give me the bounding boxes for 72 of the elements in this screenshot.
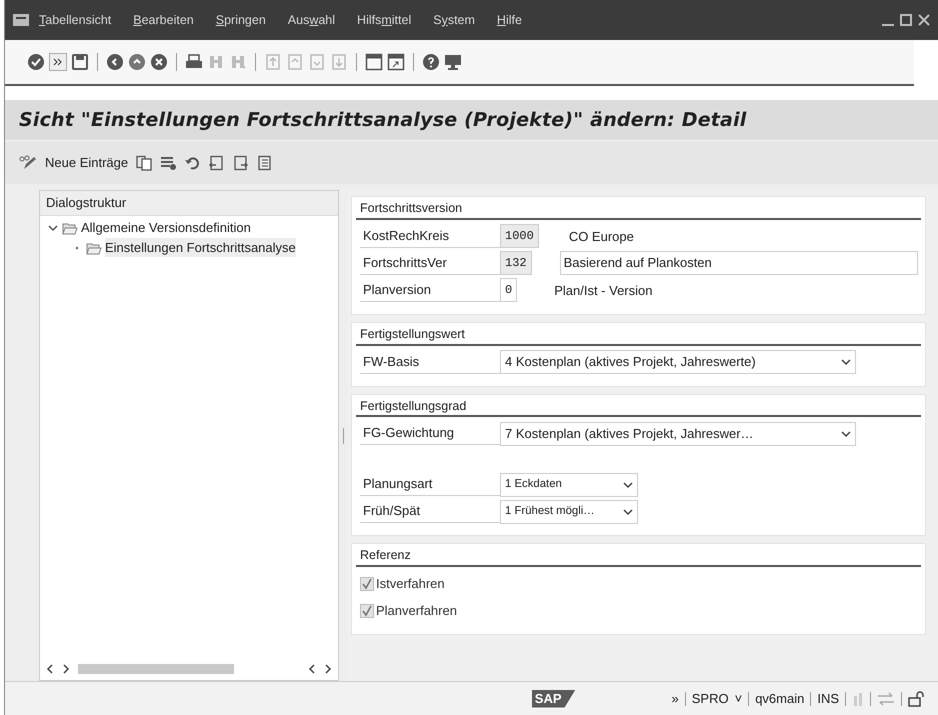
folder-icon [86, 240, 102, 254]
new-window-icon[interactable] [365, 53, 383, 71]
sap-logo: SAP [532, 690, 576, 708]
caret-icon [623, 508, 633, 516]
pencil-icon[interactable] [19, 154, 37, 170]
tree-item[interactable]: Einstellungen Fortschrittsanalyse [105, 238, 296, 258]
dropdown[interactable]: 1 Frühest mögli… [500, 500, 638, 524]
shortcut-icon[interactable] [387, 53, 405, 71]
caret-icon [841, 358, 851, 366]
copy-icon[interactable] [136, 154, 152, 170]
page-title: Sicht "Einstellungen Fortschrittsanalyse (Projekte)" ändern: Detail [19, 108, 747, 132]
input-field[interactable]: 0 [500, 278, 518, 302]
confirm-icon[interactable] [27, 53, 45, 71]
transaction-code[interactable]: SPRO [692, 688, 729, 708]
folder-icon [62, 220, 78, 234]
system-name: qv6main [755, 690, 804, 708]
dropdown[interactable]: 1 Eckdaten [500, 472, 638, 497]
expand-toggle-icon[interactable] [48, 222, 58, 232]
checkbox-label: Planverfahren [376, 602, 457, 620]
chevron-icon[interactable] [49, 53, 67, 71]
menu-item[interactable]: Hilfsmittel [357, 10, 412, 30]
caret-icon[interactable]: ˅ [734, 688, 742, 708]
help-icon[interactable] [422, 53, 440, 71]
field-label: Planversion [360, 278, 500, 302]
expand-status-button[interactable]: » [672, 688, 679, 708]
group-title: Fortschrittsversion [356, 199, 921, 220]
new-entries-button[interactable]: Neue Einträge [45, 152, 128, 172]
monitor-icon[interactable] [444, 53, 462, 71]
group-title: Fertigstellungswert [356, 324, 921, 346]
transfer-icon [877, 692, 895, 706]
input-field[interactable]: Basierend auf Plankosten [560, 251, 918, 276]
menu-icon[interactable] [13, 14, 29, 26]
back-icon[interactable] [106, 53, 124, 71]
menu-item[interactable]: Tabellensicht [39, 10, 112, 30]
scrollbar-thumb[interactable] [78, 664, 234, 674]
scroll-right-icon[interactable] [62, 664, 70, 674]
menu-item[interactable]: Springen [216, 10, 266, 30]
group-title: Fertigstellungsgrad [356, 396, 921, 418]
tree-item[interactable]: Allgemeine Versionsdefinition [81, 218, 251, 238]
menu-item[interactable]: Auswahl [288, 10, 336, 30]
input-field[interactable]: 132 [500, 251, 532, 276]
caret-icon [623, 480, 633, 489]
checkbox-label: Istverfahren [376, 574, 445, 593]
up-icon[interactable] [128, 53, 146, 71]
dropdown[interactable]: 7 Kostenplan (aktives Projekt, Jahreswer… [500, 422, 856, 446]
delete-rows-icon[interactable] [160, 154, 176, 170]
next-entry-icon[interactable] [232, 154, 248, 170]
close-icon[interactable] [918, 14, 930, 26]
save-icon[interactable] [71, 53, 89, 71]
unlocked-icon[interactable] [908, 690, 926, 706]
field-description: Plan/Ist - Version [554, 282, 652, 300]
field-description: CO Europe [568, 228, 634, 246]
input-mode[interactable]: INS [817, 688, 839, 708]
menu-item[interactable]: System [433, 10, 475, 30]
caret-icon [841, 430, 851, 438]
panel-header: Dialogstruktur [40, 191, 338, 216]
menu-item[interactable]: Hilfe [496, 10, 522, 30]
input-field[interactable]: 1000 [500, 224, 539, 248]
select-block-icon[interactable] [256, 154, 272, 170]
maximize-icon[interactable] [900, 14, 912, 26]
splitter-handle-icon[interactable] [342, 428, 344, 444]
scroll-left-icon[interactable] [308, 664, 316, 674]
scroll-left-icon[interactable] [46, 664, 54, 674]
undo-icon[interactable] [184, 154, 200, 170]
print-icon[interactable] [185, 53, 203, 71]
signal-icon [852, 692, 864, 706]
previous-entry-icon[interactable] [208, 154, 224, 170]
menu-item[interactable]: Bearbeiten [133, 10, 194, 30]
scroll-right-icon[interactable] [324, 664, 332, 674]
dropdown[interactable]: 4 Kostenplan (aktives Projekt, Jahreswerte) [500, 350, 856, 374]
group-title: Referenz [356, 546, 921, 567]
cancel-icon[interactable] [150, 53, 168, 71]
